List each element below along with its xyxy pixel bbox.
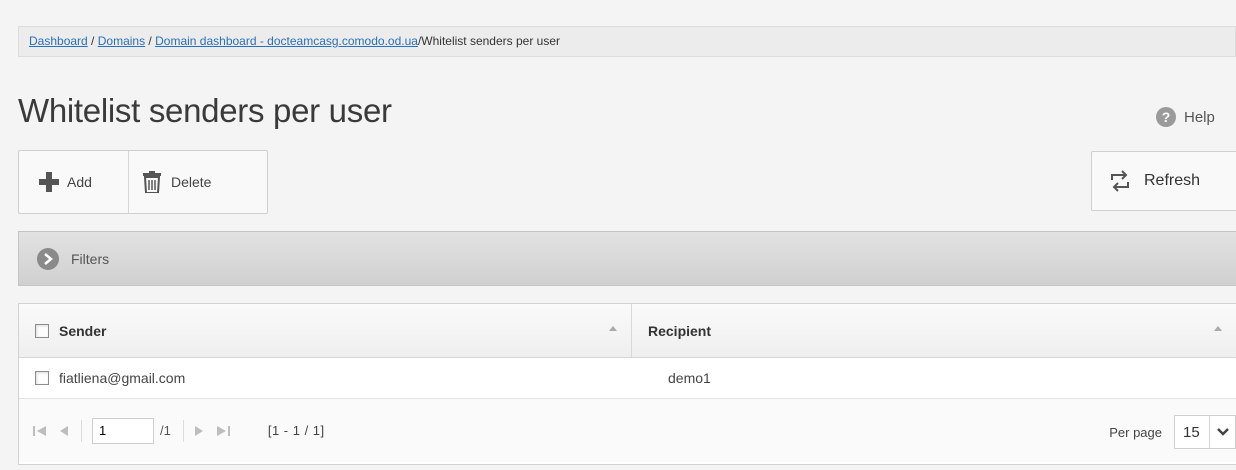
delete-button[interactable]: Delete bbox=[129, 151, 225, 213]
help-icon: ? bbox=[1156, 107, 1176, 127]
add-button-label: Add bbox=[67, 174, 92, 190]
column-header-sender-label: Sender bbox=[59, 322, 107, 339]
next-page-icon[interactable] bbox=[194, 425, 204, 437]
per-page-control: Per page 15 bbox=[1109, 415, 1236, 449]
breadcrumb-link-dashboard[interactable]: Dashboard bbox=[29, 34, 88, 48]
column-header-recipient[interactable]: Recipient bbox=[632, 304, 1236, 357]
page-title: Whitelist senders per user bbox=[18, 92, 392, 129]
filters-toggle[interactable]: Filters bbox=[18, 231, 1236, 286]
breadcrumb-separator: / bbox=[87, 34, 98, 48]
refresh-icon bbox=[1111, 170, 1129, 192]
table-header: Sender Recipient bbox=[19, 304, 1236, 358]
refresh-button[interactable]: Refresh bbox=[1091, 151, 1236, 211]
sort-caret-icon bbox=[1214, 326, 1222, 331]
sort-caret-icon bbox=[609, 326, 617, 331]
record-range: [1 - 1 / 1] bbox=[267, 423, 325, 438]
cell-recipient-value: demo1 bbox=[668, 370, 711, 386]
breadcrumb-link-domains[interactable]: Domains bbox=[98, 34, 145, 48]
breadcrumb-separator: / bbox=[145, 34, 156, 48]
chevron-right-icon bbox=[37, 247, 59, 270]
breadcrumb-current: /Whitelist senders per user bbox=[417, 34, 560, 48]
pagination-bar: /1 [1 - 1 / 1] Per page 15 bbox=[19, 399, 1236, 462]
filters-label: Filters bbox=[71, 250, 110, 267]
pager-divider bbox=[182, 419, 184, 442]
per-page-select[interactable]: 15 bbox=[1174, 415, 1236, 449]
table-row[interactable]: fiatliena@gmail.com demo1 bbox=[19, 358, 1236, 399]
help-link[interactable]: ? Help bbox=[1126, 105, 1236, 129]
action-toolbar: Add Delete bbox=[18, 150, 268, 214]
chevron-down-icon bbox=[1209, 416, 1235, 448]
cell-sender: fiatliena@gmail.com bbox=[19, 358, 632, 398]
per-page-value: 15 bbox=[1183, 423, 1200, 441]
help-label: Help bbox=[1184, 108, 1215, 126]
plus-icon bbox=[39, 172, 59, 192]
first-page-icon[interactable] bbox=[33, 425, 47, 437]
select-all-checkbox[interactable] bbox=[35, 323, 49, 338]
row-checkbox[interactable] bbox=[35, 371, 49, 385]
refresh-button-label: Refresh bbox=[1144, 172, 1201, 189]
last-page-icon[interactable] bbox=[216, 425, 230, 437]
senders-table: Sender Recipient fiatliena@gmail.com dem… bbox=[18, 303, 1236, 465]
add-button[interactable]: Add bbox=[19, 151, 129, 213]
breadcrumb-link-domain-dashboard[interactable]: Domain dashboard - docteamcasg.comodo.od… bbox=[155, 34, 418, 48]
trash-icon bbox=[143, 171, 161, 193]
column-header-recipient-label: Recipient bbox=[648, 322, 712, 339]
page-count: /1 bbox=[160, 423, 171, 438]
breadcrumb: Dashboard / Domains / Domain dashboard -… bbox=[18, 26, 1236, 57]
per-page-label: Per page bbox=[1109, 424, 1162, 440]
pager-divider bbox=[81, 419, 82, 442]
column-header-sender[interactable]: Sender bbox=[19, 304, 632, 357]
delete-button-label: Delete bbox=[171, 174, 212, 190]
cell-recipient: demo1 bbox=[632, 358, 1236, 398]
previous-page-icon[interactable] bbox=[59, 425, 69, 437]
page-number-input[interactable] bbox=[92, 417, 154, 444]
cell-sender-value: fiatliena@gmail.com bbox=[59, 370, 186, 386]
